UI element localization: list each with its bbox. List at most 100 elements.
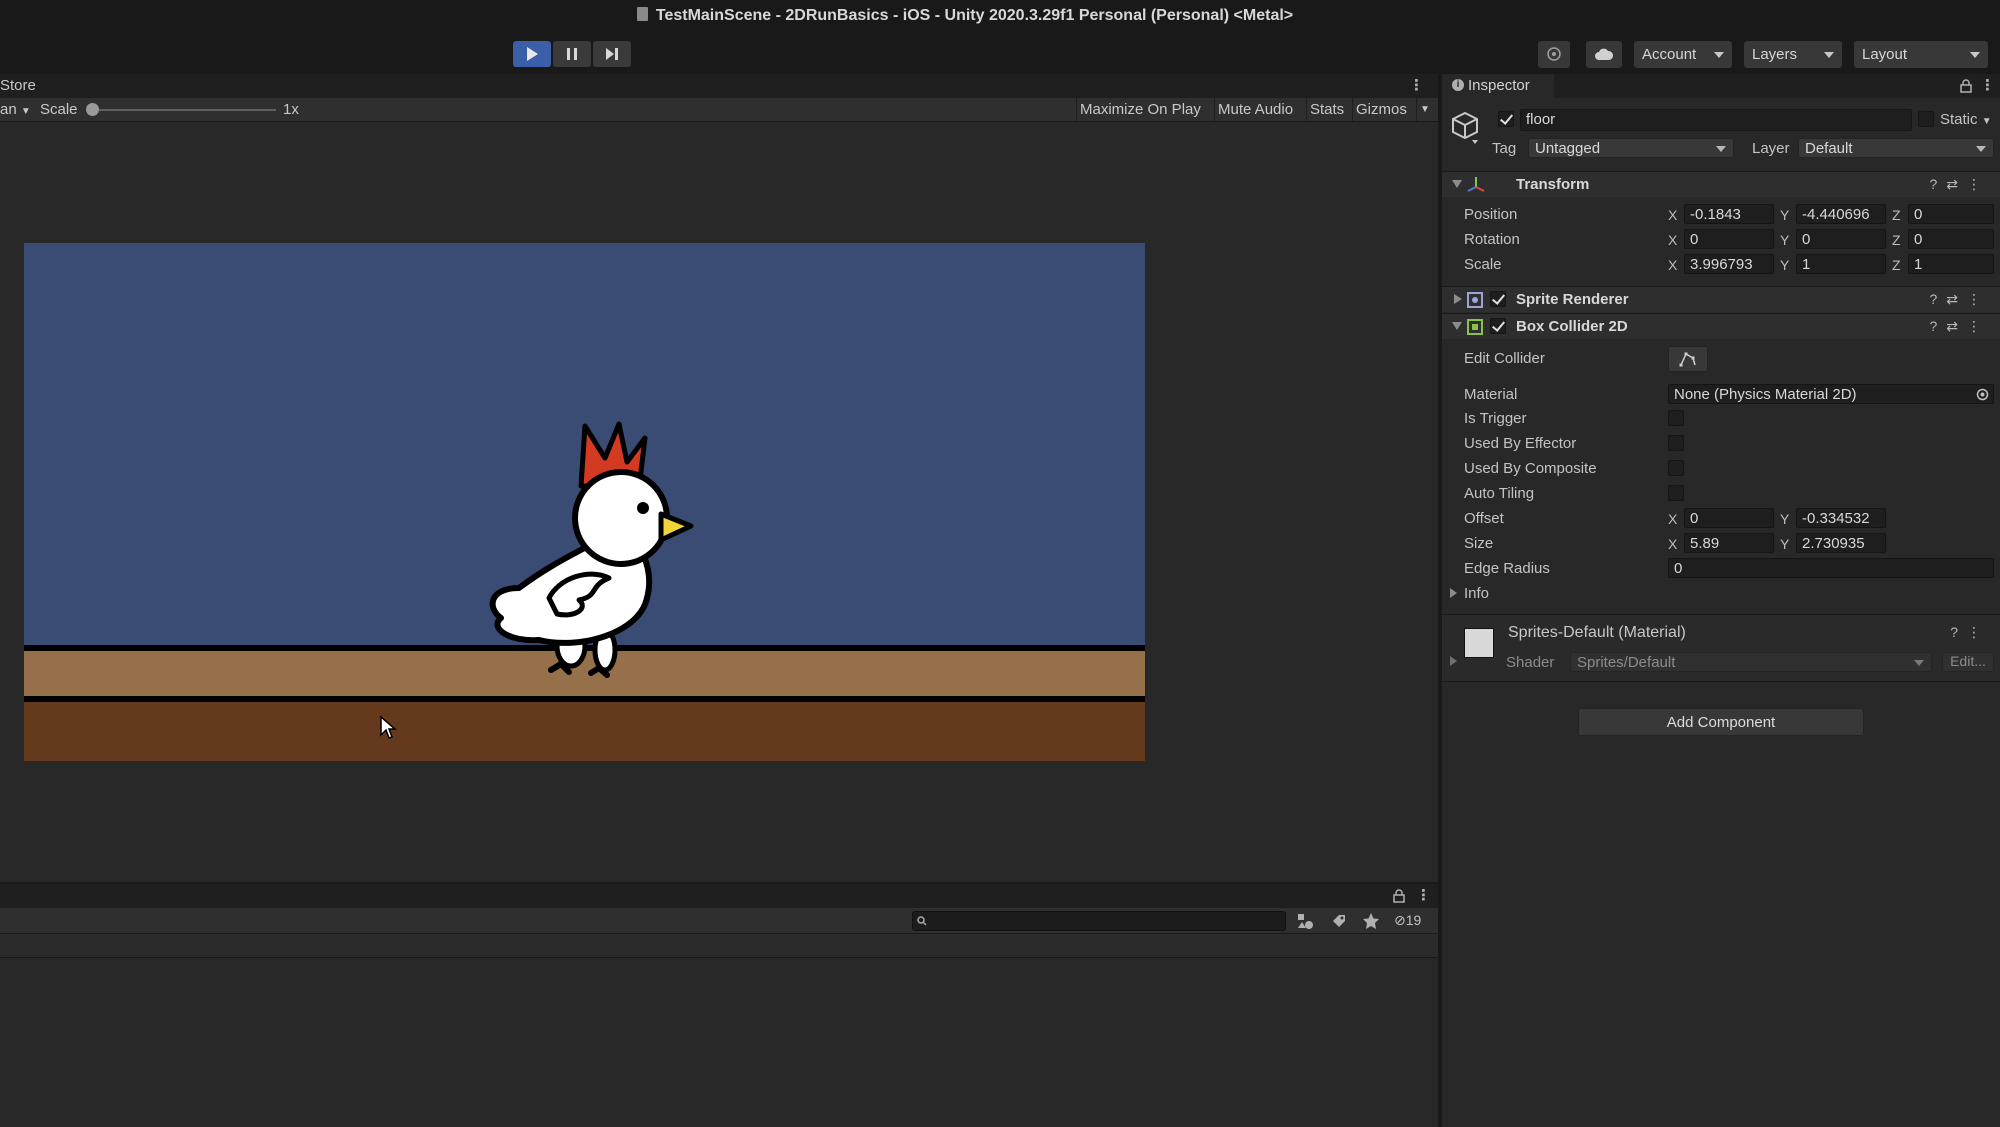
step-button[interactable]	[593, 41, 631, 67]
scale-z-field[interactable]: 1	[1908, 254, 1994, 274]
shader-edit-button[interactable]: Edit...	[1942, 652, 1994, 672]
component-header-icons[interactable]: ?⇄⋮	[1929, 176, 1990, 193]
tab-inspector[interactable]: i Inspector	[1442, 74, 1554, 98]
component-header-icons[interactable]: ?⇄⋮	[1929, 291, 1990, 308]
object-picker-icon[interactable]	[1976, 388, 1989, 401]
scale-slider-track[interactable]	[92, 109, 276, 111]
main-toolbar: Account Layers Layout	[0, 34, 2000, 74]
offset-label: Offset	[1464, 510, 1504, 527]
more-options-icon[interactable]: ⋮	[1967, 291, 1990, 307]
size-y-field[interactable]: 2.730935	[1796, 533, 1886, 553]
size-label: Size	[1464, 535, 1494, 552]
position-z-field[interactable]: 0	[1908, 204, 1994, 224]
layers-dropdown[interactable]: Layers	[1744, 41, 1842, 68]
axis-z-label: Z	[1892, 257, 1901, 273]
offset-y-field[interactable]: -0.334532	[1796, 508, 1886, 528]
lock-icon[interactable]	[1960, 79, 1972, 93]
layout-dropdown[interactable]: Layout	[1854, 41, 1988, 68]
sprite-renderer-header[interactable]: Sprite Renderer ?⇄⋮	[1442, 286, 2000, 312]
more-options-icon[interactable]: ⋮	[1980, 76, 1995, 94]
help-icon[interactable]: ?	[1950, 624, 1967, 640]
position-label: Position	[1464, 206, 1518, 223]
star-icon[interactable]	[1362, 912, 1380, 930]
chevron-down-icon	[1976, 146, 1986, 152]
shader-label: Shader	[1506, 654, 1555, 671]
scale-x-field[interactable]: 3.996793	[1684, 254, 1774, 274]
preset-icon[interactable]: ⇄	[1946, 176, 1967, 192]
material-header-icons[interactable]: ?⋮	[1950, 624, 1990, 641]
transform-header[interactable]: Transform ?⇄⋮	[1442, 171, 2000, 197]
used-by-effector-checkbox[interactable]	[1668, 435, 1684, 451]
more-options-icon[interactable]: ⋮	[1409, 76, 1424, 94]
offset-x-field[interactable]: 0	[1684, 508, 1774, 528]
tag-dropdown[interactable]: Untagged	[1528, 138, 1734, 158]
edge-radius-field[interactable]: 0	[1668, 558, 1994, 578]
more-options-icon[interactable]: ⋮	[1967, 318, 1990, 334]
cloud-button[interactable]	[1586, 41, 1622, 68]
maximize-on-play-toggle[interactable]: Maximize On Play	[1076, 98, 1204, 121]
rotation-z-field[interactable]: 0	[1908, 229, 1994, 249]
more-options-icon[interactable]: ⋮	[1416, 886, 1431, 904]
play-button[interactable]	[513, 41, 551, 67]
edit-collider-button[interactable]	[1668, 346, 1708, 372]
fold-open-icon[interactable]	[1452, 180, 1462, 188]
axis-z-label: Z	[1892, 232, 1901, 248]
console-search-input[interactable]	[912, 911, 1286, 931]
game-canvas[interactable]	[24, 243, 1145, 761]
gizmos-toggle[interactable]: Gizmos	[1352, 98, 1410, 121]
rotation-x-field[interactable]: 0	[1684, 229, 1774, 249]
box-collider-header[interactable]: Box Collider 2D ?⇄⋮	[1442, 313, 2000, 339]
shader-dropdown-value: Sprites/Default	[1577, 654, 1676, 671]
fold-closed-icon[interactable]	[1450, 656, 1457, 666]
component-header-icons[interactable]: ?⇄⋮	[1929, 318, 1990, 335]
more-options-icon[interactable]: ⋮	[1967, 176, 1990, 192]
preset-icon[interactable]: ⇄	[1946, 291, 1967, 307]
add-component-button[interactable]: Add Component	[1578, 708, 1864, 736]
pause-button[interactable]	[553, 41, 591, 67]
account-dropdown[interactable]: Account	[1634, 41, 1732, 68]
scale-slider-handle[interactable]	[86, 103, 99, 116]
fold-closed-icon[interactable]	[1450, 588, 1457, 598]
mute-audio-toggle[interactable]: Mute Audio	[1214, 98, 1296, 121]
active-checkbox[interactable]	[1498, 111, 1514, 127]
object-name-field[interactable]: floor	[1520, 109, 1912, 131]
info-foldout-label: Info	[1464, 585, 1490, 602]
scale-y-field[interactable]: 1	[1796, 254, 1886, 274]
help-icon[interactable]: ?	[1929, 291, 1946, 307]
search-icon	[917, 916, 927, 926]
layer-dropdown[interactable]: Default	[1798, 138, 1994, 158]
hidden-count-toggle[interactable]: ⊘19	[1394, 912, 1421, 929]
material-field[interactable]: None (Physics Material 2D)	[1668, 384, 1994, 404]
collab-button[interactable]	[1538, 41, 1570, 68]
position-y-field[interactable]: -4.440696	[1796, 204, 1886, 224]
filter-by-label-icon[interactable]	[1330, 912, 1348, 930]
box-collider-enabled-checkbox[interactable]	[1490, 318, 1506, 334]
rotation-y-field[interactable]: 0	[1796, 229, 1886, 249]
help-icon[interactable]: ?	[1929, 318, 1946, 334]
tab-store[interactable]: Store	[0, 77, 36, 94]
gizmos-dropdown-icon[interactable]: ▼	[1416, 98, 1433, 121]
filter-by-type-icon[interactable]	[1296, 912, 1314, 930]
sprite-renderer-enabled-checkbox[interactable]	[1490, 291, 1506, 307]
position-x-field[interactable]: -0.1843	[1684, 204, 1774, 224]
mouse-cursor-icon	[380, 715, 397, 739]
preset-icon[interactable]: ⇄	[1946, 318, 1967, 334]
lock-icon[interactable]	[1393, 889, 1405, 903]
size-x-field[interactable]: 5.89	[1684, 533, 1774, 553]
fold-closed-icon[interactable]	[1454, 294, 1462, 304]
more-options-icon[interactable]: ⋮	[1967, 624, 1990, 640]
axis-x-label: X	[1668, 257, 1678, 273]
shader-dropdown[interactable]: Sprites/Default	[1570, 652, 1932, 672]
auto-tiling-checkbox[interactable]	[1668, 485, 1684, 501]
game-view-panel: Store ⋮ an ▼ Scale 1x Maximize On Play M…	[0, 74, 1438, 882]
stats-toggle[interactable]: Stats	[1306, 98, 1347, 121]
fold-open-icon[interactable]	[1452, 322, 1462, 330]
used-by-composite-checkbox[interactable]	[1668, 460, 1684, 476]
static-dropdown[interactable]: Static ▼	[1940, 111, 1992, 128]
is-trigger-checkbox[interactable]	[1668, 410, 1684, 426]
aspect-dropdown[interactable]: an ▼	[0, 101, 31, 118]
static-checkbox[interactable]	[1918, 111, 1934, 127]
rotation-label: Rotation	[1464, 231, 1520, 248]
help-icon[interactable]: ?	[1929, 176, 1946, 192]
axis-y-label: Y	[1780, 257, 1790, 273]
